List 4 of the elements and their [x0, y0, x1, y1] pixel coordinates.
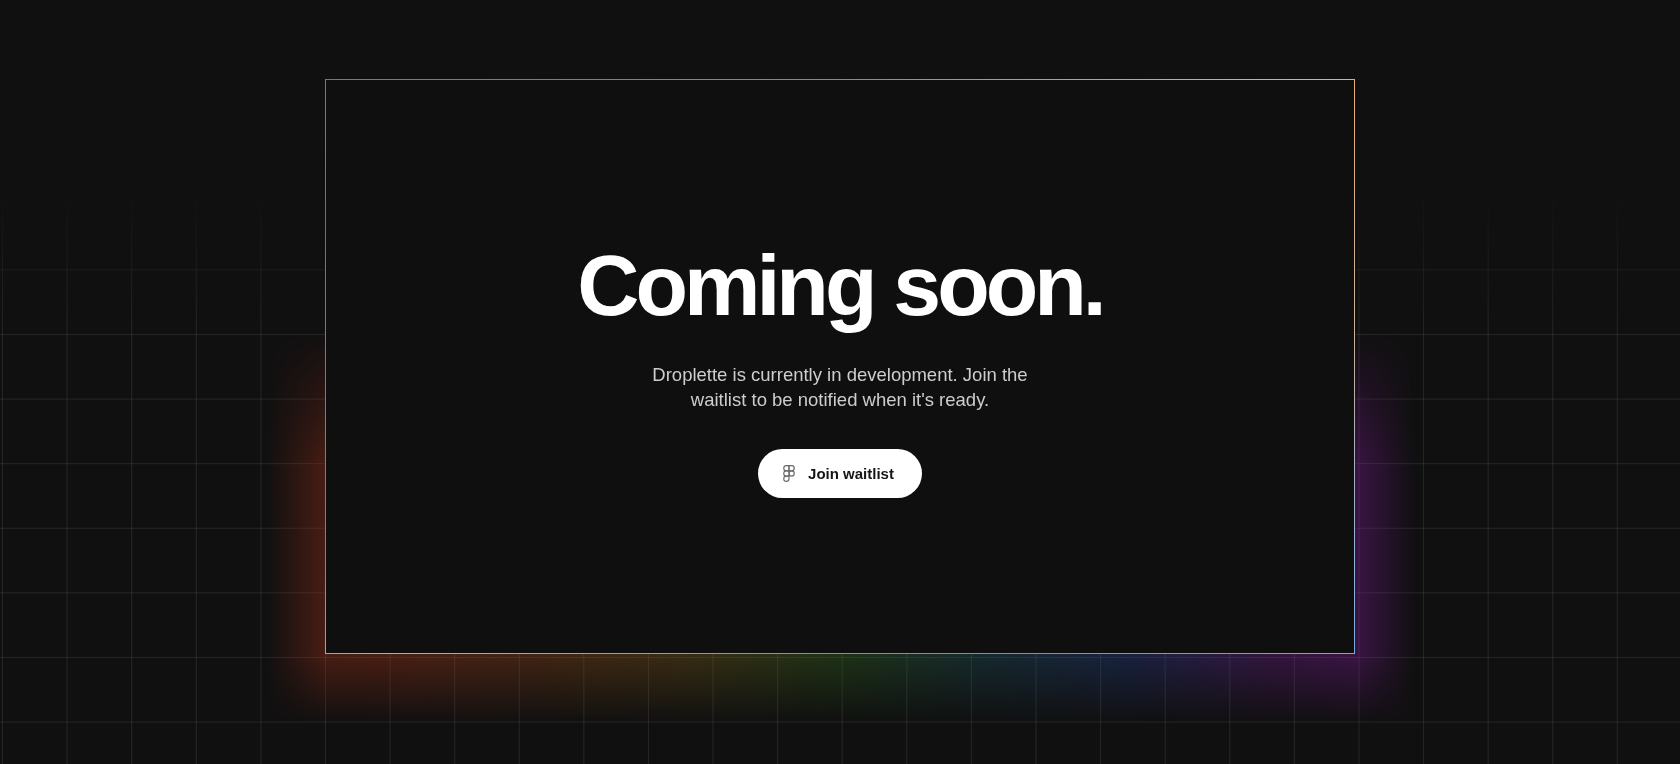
logo-icon	[783, 465, 796, 483]
description: Droplette is currently in development. Join the waitlist to be notified when it's ready.	[651, 363, 1029, 413]
join-waitlist-button[interactable]: Join waitlist	[758, 449, 922, 499]
heading: Coming soon.	[577, 236, 1103, 335]
